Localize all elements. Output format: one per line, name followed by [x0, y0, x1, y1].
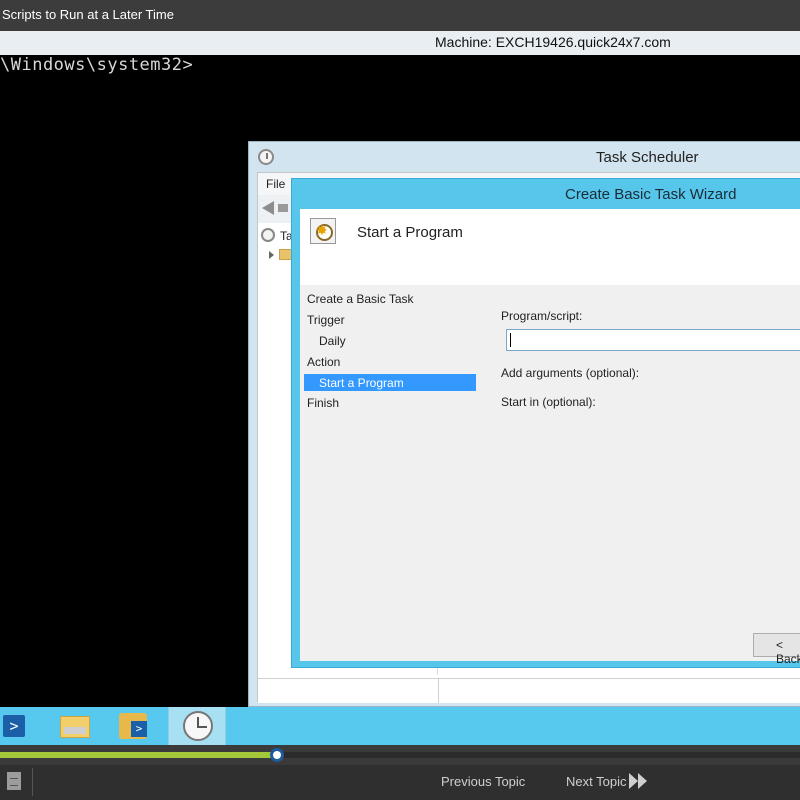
taskbar-file-explorer[interactable] — [46, 707, 104, 745]
back-button[interactable]: < Back — [753, 633, 800, 666]
status-bar — [258, 678, 800, 703]
task-scheduler-icon — [183, 711, 213, 741]
step-start-a-program[interactable]: Start a Program — [304, 374, 476, 391]
transcript-icon[interactable] — [7, 772, 21, 790]
powershell-icon: > — [3, 715, 25, 737]
wizard-header: ✸ Start a Program — [300, 209, 800, 285]
lesson-progress[interactable] — [0, 745, 800, 765]
task-scheduler-clock-icon — [258, 149, 274, 165]
add-arguments-label: Add arguments (optional): — [501, 366, 640, 380]
text-caret — [510, 333, 511, 347]
next-topic-button[interactable]: Next Topic — [566, 774, 626, 789]
lesson-title-bar: Scripts to Run at a Later Time — [0, 0, 800, 31]
step-daily[interactable]: Daily — [319, 334, 346, 348]
task-scheduler-titlebar[interactable]: Task Scheduler — [249, 142, 800, 172]
file-explorer-icon — [60, 716, 90, 738]
step-trigger[interactable]: Trigger — [307, 313, 345, 327]
wizard-body: ✸ Start a Program Create a Basic Task Tr… — [300, 209, 800, 666]
next-topic-icon[interactable] — [629, 773, 649, 791]
step-action[interactable]: Action — [307, 355, 340, 369]
server-manager-icon — [119, 713, 147, 739]
create-basic-task-wizard[interactable]: Create Basic Task Wizard ✸ Start a Progr… — [291, 178, 800, 668]
wizard-steps: Create a Basic Task Trigger Daily Action… — [300, 285, 490, 661]
task-scheduler-title: Task Scheduler — [596, 149, 699, 166]
tree-clock-icon — [261, 228, 275, 242]
expand-arrow-icon[interactable] — [269, 251, 274, 259]
start-program-icon: ✸ — [310, 218, 336, 244]
taskbar: > — [0, 707, 800, 745]
star-icon: ✸ — [316, 222, 328, 238]
program-script-label: Program/script: — [501, 309, 583, 323]
taskbar-server-manager[interactable] — [106, 707, 164, 745]
controls-divider — [32, 768, 33, 796]
step-create-basic-task[interactable]: Create a Basic Task — [307, 292, 414, 306]
previous-topic-button[interactable]: Previous Topic — [441, 774, 525, 789]
menu-file[interactable]: File — [266, 177, 285, 191]
progress-knob[interactable] — [269, 748, 284, 762]
step-finish[interactable]: Finish — [307, 396, 339, 410]
start-in-label: Start in (optional): — [501, 395, 596, 409]
progress-fill — [0, 752, 277, 758]
machine-bar: Machine: EXCH19426.quick24x7.com — [0, 31, 800, 55]
forward-arrow-icon[interactable] — [278, 204, 288, 212]
program-script-input[interactable] — [506, 329, 800, 351]
wizard-heading: Start a Program — [357, 224, 463, 241]
lesson-title: Scripts to Run at a Later Time — [2, 7, 174, 22]
taskbar-task-scheduler[interactable] — [168, 707, 226, 745]
wizard-title: Create Basic Task Wizard — [565, 186, 737, 203]
back-arrow-icon[interactable] — [262, 201, 274, 215]
console-prompt-line: \Windows\system32> — [0, 55, 194, 75]
machine-label: Machine: EXCH19426.quick24x7.com — [435, 34, 671, 50]
status-bar-divider — [438, 679, 439, 703]
player-controls: Previous Topic Next Topic — [0, 765, 800, 800]
